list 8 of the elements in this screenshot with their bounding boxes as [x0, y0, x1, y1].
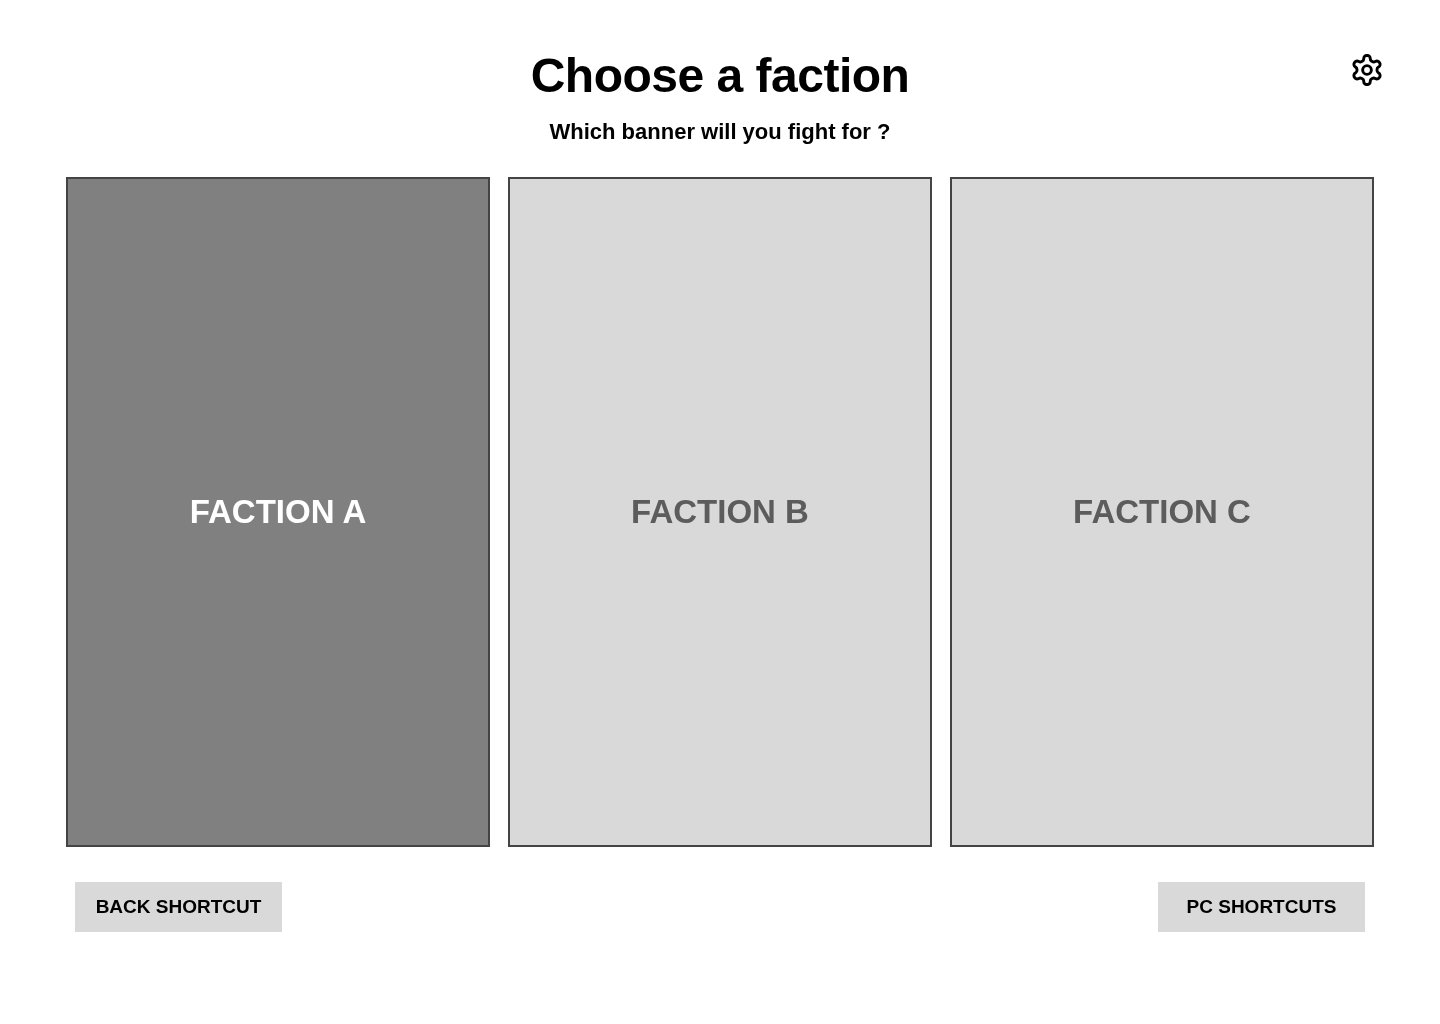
page-subtitle: Which banner will you fight for ?	[549, 118, 891, 146]
faction-card[interactable]: FACTION A	[66, 177, 490, 847]
faction-card[interactable]: FACTION C	[950, 177, 1374, 847]
page-title: Choose a faction	[530, 48, 910, 104]
shortcut-button[interactable]: PC SHORTCUTS	[1158, 882, 1365, 932]
faction-card[interactable]: FACTION B	[508, 177, 932, 847]
settings-icon[interactable]	[1351, 54, 1383, 86]
shortcut-button[interactable]: BACK SHORTCUT	[75, 882, 282, 932]
